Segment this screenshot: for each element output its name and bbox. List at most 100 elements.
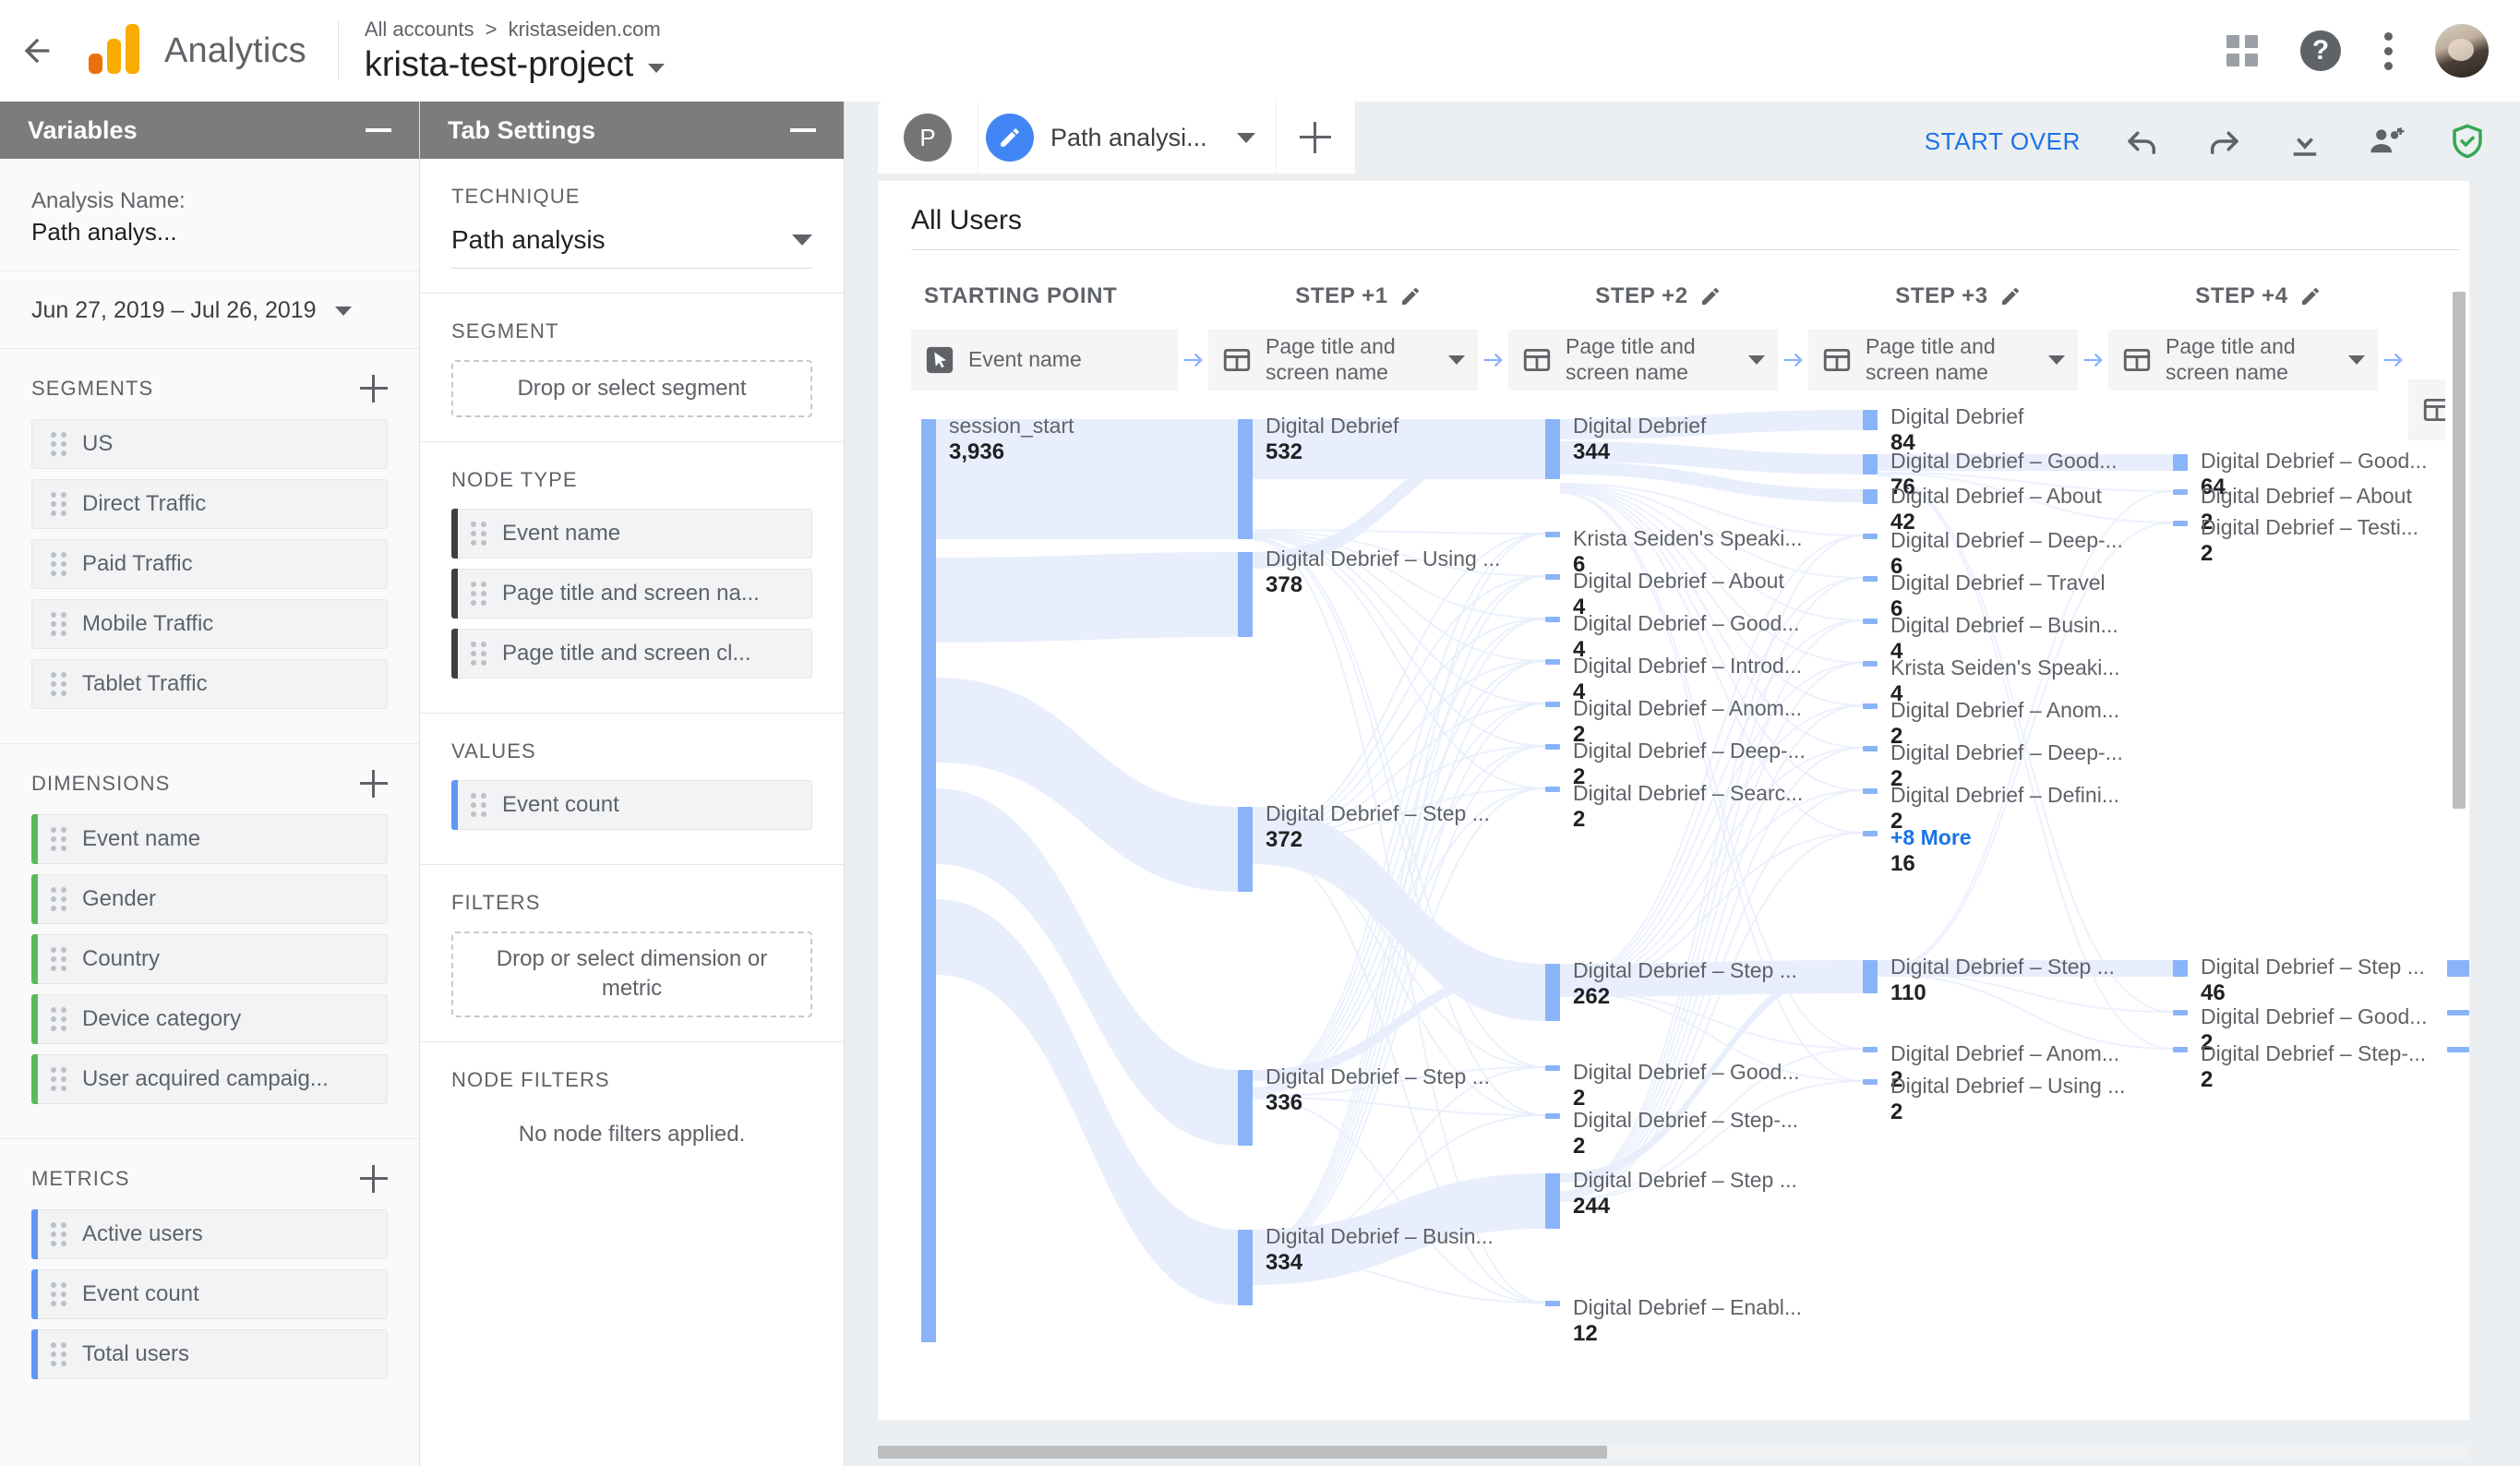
sankey-node-bar[interactable] — [1863, 489, 1878, 504]
dimension-chip[interactable]: Gender — [31, 874, 388, 924]
sankey-node-label[interactable]: Digital Debrief – Good... — [2201, 449, 2427, 474]
redo-icon[interactable] — [2204, 122, 2243, 161]
dimension-chip[interactable]: Event name — [31, 814, 388, 864]
sankey-node-bar[interactable] — [1545, 787, 1560, 792]
sankey-node-label[interactable]: Digital Debrief – Enabl... — [1573, 1295, 1802, 1320]
sankey-node-bar[interactable] — [2173, 521, 2188, 526]
sankey-node-label[interactable]: Digital Debrief – Deep-... — [1573, 739, 1806, 763]
sankey-node-bar[interactable] — [1863, 661, 1878, 667]
sankey-node-label[interactable]: Digital Debrief — [1266, 414, 1398, 439]
sankey-node-bar[interactable] — [1545, 964, 1560, 1021]
add-dimension-button[interactable] — [360, 770, 388, 798]
minimize-icon[interactable] — [790, 128, 816, 132]
sankey-node-bar[interactable] — [2173, 1010, 2188, 1015]
pencil-icon[interactable] — [1699, 285, 1722, 307]
step-2-selector[interactable]: Page title and screen name — [1508, 330, 1778, 391]
dimension-chip[interactable]: Device category — [31, 994, 388, 1044]
drag-handle-icon[interactable] — [471, 522, 487, 546]
filters-dropzone[interactable]: Drop or select dimension or metric — [451, 931, 812, 1017]
sankey-node-bar[interactable] — [2173, 1047, 2188, 1052]
sankey-node-bar[interactable] — [1863, 746, 1878, 751]
sankey-node-bar[interactable] — [1863, 534, 1878, 539]
drag-handle-icon[interactable] — [51, 887, 67, 911]
sankey-diagram[interactable]: session_start 3,936 Digital Debrief 532 Digi… — [878, 404, 2469, 1370]
sankey-node-bar[interactable] — [1545, 532, 1560, 537]
chevron-down-icon[interactable] — [1236, 132, 1255, 143]
sankey-node-bar[interactable] — [1545, 1065, 1560, 1071]
drag-handle-icon[interactable] — [51, 1342, 67, 1366]
date-range-picker[interactable]: Jun 27, 2019 – Jul 26, 2019 — [31, 297, 388, 324]
segment-chip[interactable]: Direct Traffic — [31, 479, 388, 529]
sankey-node-label[interactable]: Digital Debrief – Busin... — [1266, 1224, 1494, 1249]
sankey-node-label[interactable]: Digital Debrief – Anom... — [1890, 1041, 2119, 1066]
drag-handle-icon[interactable] — [51, 947, 67, 971]
segment-dropzone[interactable]: Drop or select segment — [451, 360, 812, 417]
sankey-node-label[interactable]: Digital Debrief – Step ... — [1266, 1064, 1490, 1089]
breadcrumb-property[interactable]: kristaseiden.com — [509, 18, 661, 41]
drag-handle-icon[interactable] — [471, 793, 487, 817]
drag-handle-icon[interactable] — [51, 672, 67, 696]
sankey-node-bar[interactable] — [1863, 1047, 1878, 1052]
minimize-icon[interactable] — [366, 128, 391, 132]
drag-handle-icon[interactable] — [471, 582, 487, 606]
sankey-node-label[interactable]: session_start — [949, 414, 1074, 439]
apps-grid-icon[interactable] — [2226, 35, 2258, 66]
tab-path-analysis[interactable]: Path analysi... — [978, 102, 1276, 174]
add-people-icon[interactable] — [2367, 122, 2406, 161]
back-arrow-icon[interactable] — [0, 0, 74, 102]
drag-handle-icon[interactable] — [51, 432, 67, 456]
sankey-node-label[interactable]: Digital Debrief – Deep-... — [1890, 528, 2123, 553]
node-type-chip[interactable]: Page title and screen cl... — [451, 629, 812, 679]
dimension-chip[interactable]: Country — [31, 934, 388, 984]
metric-chip[interactable]: Event count — [31, 1269, 388, 1319]
sankey-node-label[interactable]: Digital Debrief – Using ... — [1890, 1074, 2125, 1099]
step-1-selector[interactable]: Page title and screen name — [1208, 330, 1478, 391]
tab-avatar[interactable]: P — [878, 102, 978, 174]
add-metric-button[interactable] — [360, 1165, 388, 1193]
step-4-selector[interactable]: Page title and screen name — [2108, 330, 2378, 391]
sankey-node-bar[interactable] — [1545, 744, 1560, 750]
drag-handle-icon[interactable] — [51, 552, 67, 576]
sankey-node-label[interactable]: +8 More — [1890, 825, 1972, 850]
property-selector[interactable]: krista-test-project — [365, 45, 666, 85]
drag-handle-icon[interactable] — [471, 642, 487, 666]
drag-handle-icon[interactable] — [51, 1007, 67, 1031]
sankey-node-bar[interactable] — [2173, 489, 2188, 495]
sankey-node-bar[interactable] — [1238, 419, 1253, 539]
sankey-node-bar[interactable] — [1545, 702, 1560, 707]
vertical-scrollbar[interactable] — [2453, 292, 2466, 1400]
help-icon[interactable]: ? — [2300, 30, 2341, 71]
shield-check-icon[interactable] — [2448, 122, 2487, 161]
sankey-node-bar[interactable] — [1863, 960, 1878, 993]
segment-chip[interactable]: US — [31, 419, 388, 469]
analysis-name-value[interactable]: Path analys... — [31, 218, 388, 246]
sankey-node-bar[interactable] — [1238, 552, 1253, 637]
sankey-node-bar[interactable] — [1545, 1173, 1560, 1229]
sankey-node-bar[interactable] — [1545, 419, 1560, 479]
sankey-node-label[interactable]: Digital Debrief – Good... — [1890, 449, 2117, 474]
sankey-node-label[interactable]: Digital Debrief – Good... — [1573, 1060, 1799, 1085]
sankey-node-label[interactable]: Digital Debrief – Deep-... — [1890, 740, 2123, 765]
technique-select[interactable]: Path analysis — [451, 225, 812, 269]
breadcrumb-account[interactable]: All accounts — [365, 18, 474, 41]
drag-handle-icon[interactable] — [51, 492, 67, 516]
sankey-node-label[interactable]: Digital Debrief – Introd... — [1573, 654, 1802, 679]
drag-handle-icon[interactable] — [51, 1282, 67, 1306]
sankey-node-label[interactable]: Digital Debrief – Step ... — [2201, 955, 2425, 979]
horizontal-scrollbar[interactable] — [878, 1446, 2469, 1459]
segment-chip[interactable]: Tablet Traffic — [31, 659, 388, 709]
drag-handle-icon[interactable] — [51, 612, 67, 636]
node-type-chip[interactable]: Page title and screen na... — [451, 569, 812, 619]
sankey-node-label[interactable]: Digital Debrief – About — [1890, 484, 2102, 509]
avatar[interactable] — [2435, 24, 2489, 78]
sankey-node-label[interactable]: Digital Debrief – Travel — [1890, 571, 2106, 595]
sankey-node-label[interactable]: Digital Debrief – Testi... — [2201, 515, 2418, 540]
value-chip[interactable]: Event count — [451, 780, 812, 830]
drag-handle-icon[interactable] — [51, 1067, 67, 1091]
sankey-node-bar[interactable] — [1863, 831, 1878, 836]
sankey-node-bar[interactable] — [1545, 1301, 1560, 1306]
sankey-node-bar[interactable] — [1545, 574, 1560, 580]
segment-chip[interactable]: Paid Traffic — [31, 539, 388, 589]
undo-icon[interactable] — [2123, 122, 2162, 161]
metric-chip[interactable]: Active users — [31, 1209, 388, 1259]
